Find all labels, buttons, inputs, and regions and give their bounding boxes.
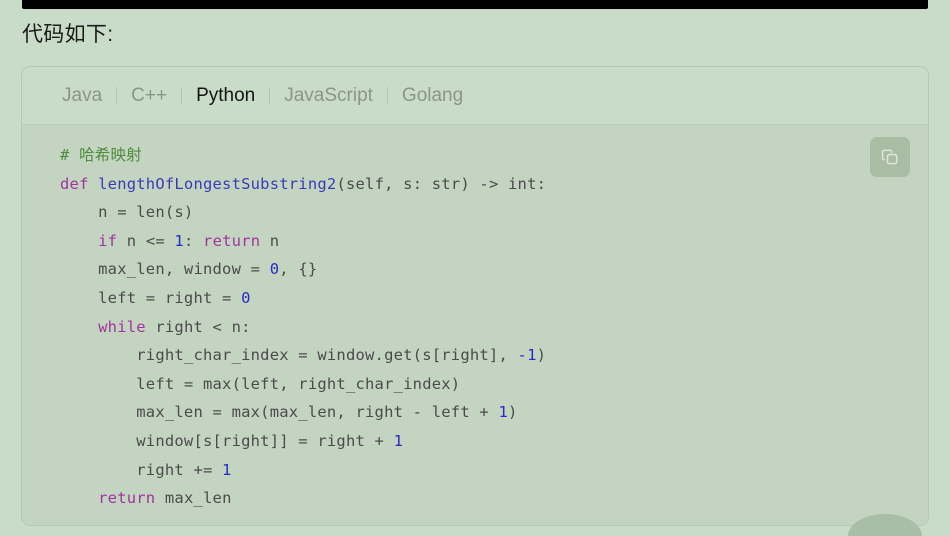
tab-java[interactable]: Java [46,85,116,107]
code-token: if [98,231,118,250]
code-token: right += [60,460,223,479]
code-block-card: Java C++ Python JavaScript Golang # 哈希映射 def… [22,67,928,525]
code-token: (self, s: str) -> int: [336,174,547,193]
code-token: def [60,174,99,193]
page-content: 代码如下: Java C++ Python JavaScript Golang # 哈希… [0,9,950,536]
language-tab-bar: Java C++ Python JavaScript Golang [22,67,928,125]
code-token: max_len, window = [60,260,270,279]
copy-code-button[interactable] [870,137,910,177]
code-token: 1 [174,231,184,250]
code-token: 1 [498,403,509,422]
code-token: return [98,489,156,508]
code-token: n [260,231,280,250]
code-token: 1 [222,460,232,479]
code-token: 0 [269,260,280,279]
code-token: ) [508,403,518,422]
code-token: lengthOfLongestSubstring2 [98,174,337,193]
code-token: max_len [155,489,232,508]
code-token: n <= [117,231,175,250]
code-token: right < n: [145,317,251,336]
code-token: return [203,231,261,250]
code-token: , {} [279,260,318,279]
code-token: right_char_index = window.get(s[right], [60,346,518,365]
code-token: max_len = max(max_len, right - left + [60,403,499,422]
code-token: left = max(left, right_char_index) [60,374,461,393]
code-token: -1 [517,346,537,365]
tab-javascript[interactable]: JavaScript [270,85,387,107]
code-token: ) [536,346,547,365]
page-title: 代码如下: [22,23,114,46]
code-token: 1 [393,431,404,450]
code-token: # 哈希映射 [60,146,142,164]
code-token: left = right = [60,288,242,307]
tab-python[interactable]: Python [182,85,269,107]
code-body: # 哈希映射 def lengthOfLongestSubstring2(sel… [22,125,928,525]
code-token: 0 [241,288,251,307]
code-token: while [98,317,146,336]
code-content[interactable]: # 哈希映射 def lengthOfLongestSubstring2(sel… [22,141,928,513]
copy-icon [880,147,900,167]
code-token: window[s[right]] = right + [60,431,394,450]
tab-cpp[interactable]: C++ [117,85,181,107]
code-token: : [183,231,204,250]
tab-golang[interactable]: Golang [388,85,477,107]
code-token: n = len(s) [60,203,194,222]
app-chrome-bar [22,0,928,9]
